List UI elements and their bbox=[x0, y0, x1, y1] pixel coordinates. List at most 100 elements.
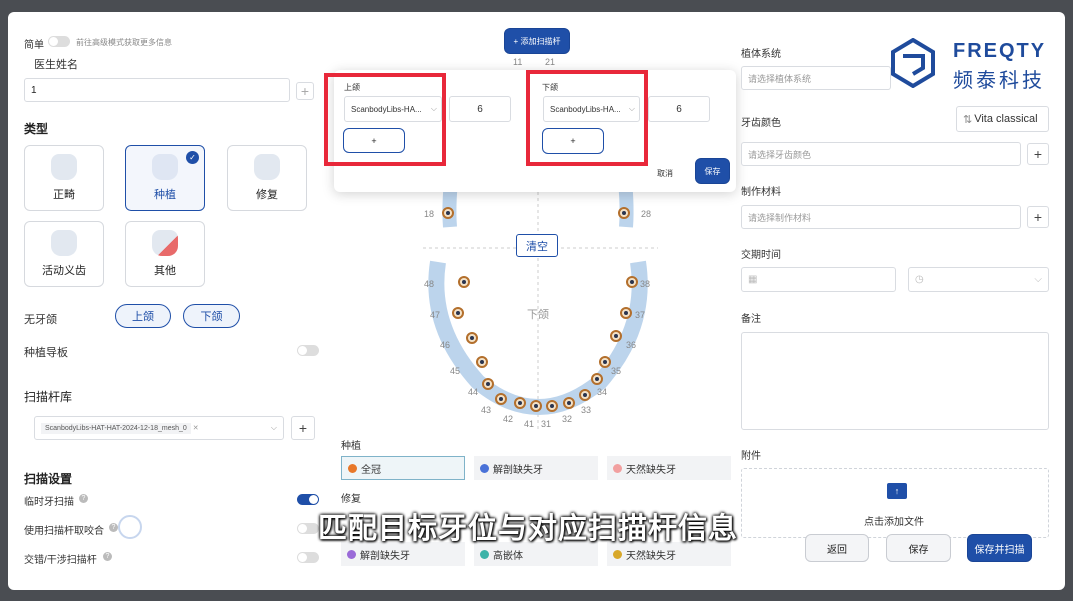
lower-jaw-button[interactable]: 下颌 bbox=[183, 304, 240, 328]
tooth-18[interactable] bbox=[442, 207, 454, 219]
tooth-47[interactable] bbox=[452, 307, 464, 319]
tooth-number: 42 bbox=[503, 414, 514, 424]
add-scanbody-button[interactable]: + 添加扫描杆 bbox=[504, 28, 570, 54]
shade-guide-select[interactable]: ⇅ Vita classical bbox=[956, 106, 1049, 132]
brand-en: FREQTY bbox=[953, 40, 1047, 62]
implant-system-select[interactable]: 请选择植体系统 bbox=[741, 66, 891, 90]
simple-mode-label: 简单 bbox=[24, 40, 44, 51]
material-select[interactable]: 请选择制作材料 bbox=[741, 205, 1021, 229]
delivery-time-select[interactable]: ◷ ⌵ bbox=[908, 267, 1049, 292]
help-icon[interactable]: ? bbox=[79, 494, 88, 503]
upper-qty-input[interactable]: 6 bbox=[449, 96, 511, 122]
shade-select[interactable]: 请选择牙齿颜色 bbox=[741, 142, 1021, 166]
tooth-46[interactable] bbox=[466, 332, 478, 344]
save-and-scan-button[interactable]: 保存并扫描 bbox=[967, 534, 1032, 562]
type-label: 其他 bbox=[154, 265, 176, 277]
color-dot bbox=[480, 549, 489, 559]
clear-button[interactable]: 清空 bbox=[516, 234, 558, 257]
implant-options-title: 种植 bbox=[341, 441, 361, 452]
shade-label: 牙齿颜色 bbox=[741, 118, 781, 129]
denture-tooth-icon bbox=[51, 230, 77, 256]
tooth-34[interactable] bbox=[591, 373, 603, 385]
calendar-icon: ▦ bbox=[748, 274, 758, 285]
option-natural-missing[interactable]: 天然缺失牙 bbox=[607, 456, 731, 480]
tooth-number: 38 bbox=[640, 279, 651, 289]
help-icon[interactable]: ? bbox=[109, 523, 118, 532]
scanbody-lib-select[interactable]: ScanbodyLibs-HAT-HAT-2024-12-18_mesh_0 ✕… bbox=[34, 416, 284, 440]
doctor-name-input[interactable]: 1 bbox=[24, 78, 290, 102]
option-full-crown[interactable]: 全冠 bbox=[341, 456, 465, 480]
delivery-date-input[interactable]: ▦ bbox=[741, 267, 896, 292]
temp-tooth-scan-label: 临时牙扫描 bbox=[24, 497, 74, 508]
type-card-implant[interactable]: 种植 ✓ bbox=[125, 145, 205, 211]
option-label: 解剖缺失牙 bbox=[493, 464, 543, 476]
lower-jaw-label: 下颌 bbox=[527, 309, 549, 321]
color-dot bbox=[613, 549, 622, 559]
edentulous-label: 无牙颌 bbox=[24, 314, 57, 326]
folder-upload-icon: ↑ bbox=[887, 483, 907, 499]
interlace-scanbody-toggle[interactable] bbox=[297, 552, 319, 563]
tag-close-icon[interactable]: ✕ bbox=[193, 424, 199, 432]
doctor-name-label: 医生姓名 bbox=[34, 59, 78, 71]
tooth-44[interactable] bbox=[482, 378, 494, 390]
tooth-31[interactable] bbox=[546, 400, 558, 412]
tooth-28[interactable] bbox=[618, 207, 630, 219]
tooth-33[interactable] bbox=[579, 389, 591, 401]
type-card-other[interactable]: 其他 bbox=[125, 221, 205, 287]
tooth-36[interactable] bbox=[610, 330, 622, 342]
save-button[interactable]: 保存 bbox=[886, 534, 951, 562]
app-window: 简单 前往高级模式获取更多信息 医生姓名 1 + 类型 正畸 种植 ✓ 修复 活… bbox=[8, 12, 1065, 590]
scan-settings-title: 扫描设置 bbox=[24, 472, 73, 486]
ortho-tooth-icon bbox=[51, 154, 77, 180]
tooth-number: 21 bbox=[545, 57, 556, 67]
use-scanbody-bite-toggle[interactable] bbox=[297, 523, 319, 534]
type-card-restore[interactable]: 修复 bbox=[227, 145, 307, 211]
type-label: 种植 bbox=[154, 189, 176, 201]
color-dot bbox=[348, 463, 357, 473]
tooth-number: 44 bbox=[468, 387, 479, 397]
option-label: 天然缺失牙 bbox=[626, 464, 676, 476]
add-material-button[interactable]: + bbox=[1027, 206, 1049, 228]
simple-mode-toggle[interactable] bbox=[48, 36, 70, 47]
tooth-number: 37 bbox=[635, 310, 646, 320]
tooth-32[interactable] bbox=[563, 397, 575, 409]
guide-toggle[interactable] bbox=[297, 345, 319, 356]
tooth-38[interactable] bbox=[626, 276, 638, 288]
back-button[interactable]: 返回 bbox=[805, 534, 869, 562]
note-textarea[interactable] bbox=[741, 332, 1049, 430]
popup-save-button[interactable]: 保存 bbox=[695, 158, 730, 184]
freqty-logo-icon bbox=[889, 37, 937, 89]
tooth-45[interactable] bbox=[476, 356, 488, 368]
temp-tooth-scan-toggle[interactable] bbox=[297, 494, 319, 505]
type-card-ortho[interactable]: 正畸 bbox=[24, 145, 104, 211]
option-label: 解剖缺失牙 bbox=[360, 550, 410, 562]
help-icon[interactable]: ? bbox=[103, 552, 112, 561]
material-label: 制作材料 bbox=[741, 187, 781, 198]
type-card-denture[interactable]: 活动义齿 bbox=[24, 221, 104, 287]
tooth-35[interactable] bbox=[599, 356, 611, 368]
tooth-41[interactable] bbox=[530, 400, 542, 412]
qty-value: 6 bbox=[676, 103, 682, 115]
add-shade-button[interactable]: + bbox=[1027, 143, 1049, 165]
add-doctor-button[interactable]: + bbox=[296, 82, 314, 100]
brand-cn: 频泰科技 bbox=[953, 70, 1045, 92]
attachment-hint: 点击添加文件 bbox=[864, 517, 924, 528]
tooth-number: 32 bbox=[562, 414, 573, 424]
type-label: 正畸 bbox=[53, 189, 75, 201]
tooth-43[interactable] bbox=[495, 393, 507, 405]
tooth-number: 18 bbox=[424, 209, 435, 219]
option-anatomic-missing[interactable]: 解剖缺失牙 bbox=[474, 456, 598, 480]
implant-system-label: 植体系统 bbox=[741, 49, 781, 60]
add-scanbody-lib-button[interactable]: + bbox=[291, 416, 315, 440]
scanbody-tag: ScanbodyLibs-HAT-HAT-2024-12-18_mesh_0 bbox=[41, 422, 191, 434]
upper-jaw-button[interactable]: 上颌 bbox=[115, 304, 171, 328]
interlace-scanbody-label: 交错/干涉扫描杆 bbox=[24, 555, 97, 566]
popup-cancel-button[interactable]: 取消 bbox=[657, 168, 673, 179]
tooth-number: 43 bbox=[481, 405, 492, 415]
tooth-37[interactable] bbox=[620, 307, 632, 319]
lower-qty-input[interactable]: 6 bbox=[648, 96, 710, 122]
attachment-dropzone[interactable]: ↑ 点击添加文件 bbox=[741, 468, 1049, 538]
shade-guide-value: Vita classical bbox=[974, 113, 1038, 125]
tooth-48[interactable] bbox=[458, 276, 470, 288]
tooth-42[interactable] bbox=[514, 397, 526, 409]
